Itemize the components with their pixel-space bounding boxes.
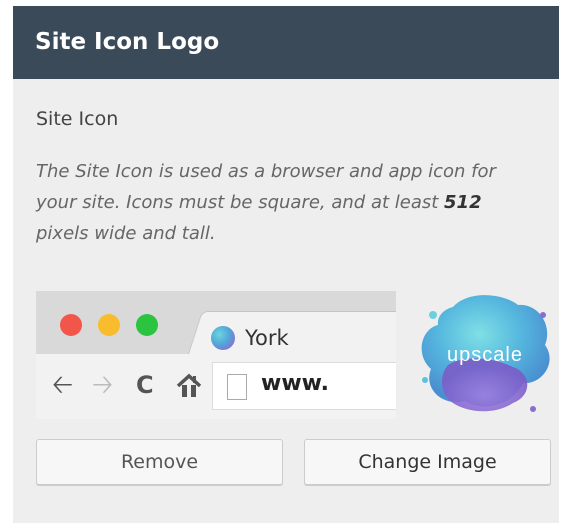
browser-preview: York 🡠 🡢 C www. <box>36 291 396 419</box>
home-icon <box>176 368 202 402</box>
maximize-dot-icon <box>136 314 158 336</box>
minimize-dot-icon <box>98 314 120 336</box>
site-icon-label: Site Icon <box>36 108 119 130</box>
browser-tab-bar: York <box>36 291 396 360</box>
site-icon-logo-image: upscale <box>421 295 550 412</box>
description-text-end: pixels wide and tall. <box>36 223 216 244</box>
description-text: The Site Icon is used as a browser and a… <box>36 161 496 213</box>
close-dot-icon <box>60 314 82 336</box>
description-size: 512 <box>444 192 482 213</box>
favicon-icon <box>211 326 235 350</box>
site-icon-panel: Site Icon Logo Site Icon The Site Icon i… <box>13 6 559 523</box>
forward-arrow-icon: 🡢 <box>92 370 114 400</box>
logo-text: upscale <box>447 344 523 366</box>
address-text: www. <box>261 371 329 396</box>
panel-title: Site Icon Logo <box>13 6 559 79</box>
browser-toolbar: 🡠 🡢 C www. <box>36 354 396 419</box>
change-image-button[interactable]: Change Image <box>304 439 551 485</box>
site-icon-description: The Site Icon is used as a browser and a… <box>36 156 536 249</box>
address-bar: www. <box>212 362 396 410</box>
page-icon <box>227 374 247 400</box>
tab-title: York <box>245 326 289 350</box>
reload-icon: C <box>136 371 154 399</box>
remove-button[interactable]: Remove <box>36 439 283 485</box>
back-arrow-icon: 🡠 <box>52 370 74 400</box>
